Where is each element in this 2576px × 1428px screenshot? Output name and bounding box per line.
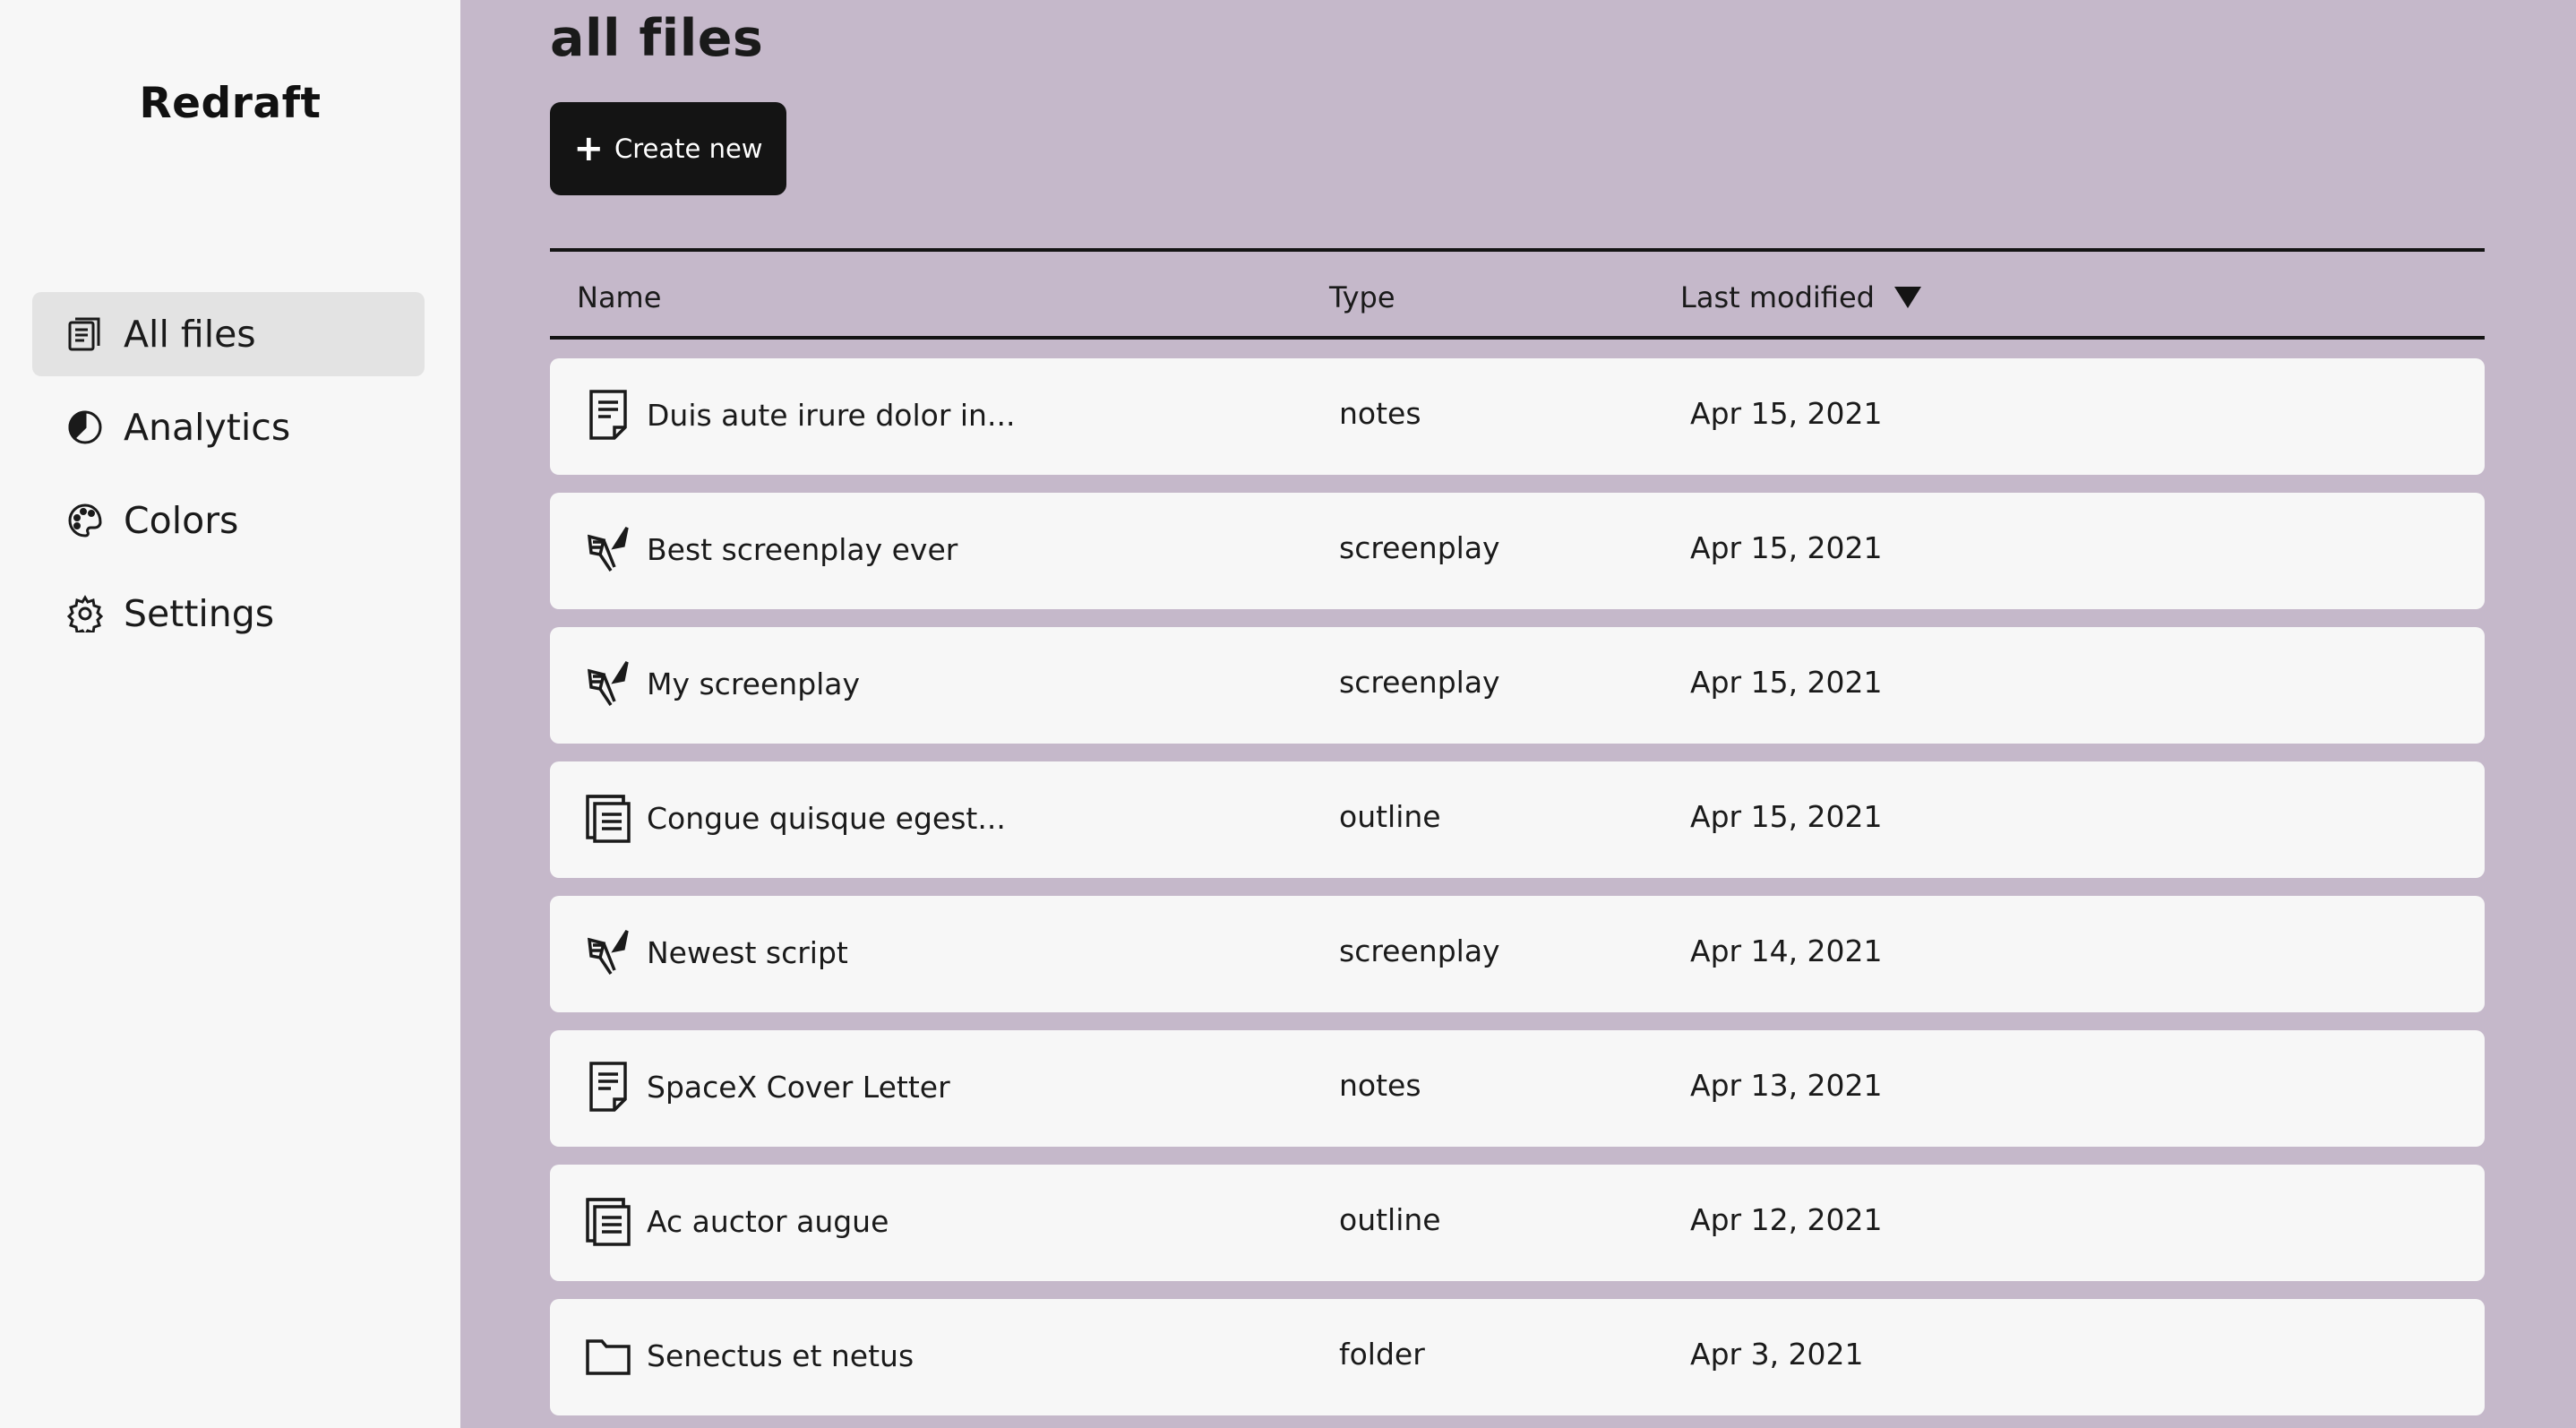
file-name: Congue quisque egest... [647, 801, 1006, 836]
create-new-label: Create new [614, 133, 763, 164]
notes-icon [584, 1060, 632, 1114]
table-row[interactable]: My screenplay screenplay Apr 15, 2021 [550, 627, 2485, 744]
sidebar-item-label: Colors [124, 499, 239, 542]
file-type: folder [1339, 1337, 1425, 1372]
outline-icon [584, 1194, 632, 1248]
screenplay-icon [584, 522, 632, 576]
table-row[interactable]: Congue quisque egest... outline Apr 15, … [550, 761, 2485, 878]
file-name: Senectus et netus [647, 1338, 914, 1373]
file-name: Ac auctor augue [647, 1204, 889, 1239]
file-modified: Apr 12, 2021 [1690, 1202, 1883, 1237]
table-row[interactable]: Duis aute irure dolor in... notes Apr 15… [550, 358, 2485, 475]
create-new-button[interactable]: + Create new [550, 102, 786, 195]
gear-icon [66, 595, 104, 632]
file-type: outline [1339, 799, 1441, 834]
sidebar-item-all-files[interactable]: All files [32, 292, 425, 376]
table-row[interactable]: Senectus et netus folder Apr 3, 2021 [550, 1299, 2485, 1415]
folder-icon [584, 1329, 632, 1382]
sidebar-item-label: Analytics [124, 406, 291, 449]
file-modified: Apr 13, 2021 [1690, 1068, 1883, 1103]
sort-descending-icon [1893, 287, 1921, 308]
file-modified: Apr 15, 2021 [1690, 530, 1883, 565]
page-title: all files [550, 9, 764, 68]
file-type: screenplay [1339, 665, 1500, 700]
file-type: notes [1339, 1068, 1421, 1103]
screenplay-icon [584, 925, 632, 979]
sidebar-item-analytics[interactable]: Analytics [32, 385, 425, 469]
files-icon [66, 315, 104, 353]
app-logo[interactable]: Redraft [0, 79, 460, 128]
table-row[interactable]: Newest script screenplay Apr 14, 2021 [550, 896, 2485, 1012]
file-type: screenplay [1339, 530, 1500, 565]
sidebar-item-label: All files [124, 313, 256, 356]
file-modified: Apr 14, 2021 [1690, 933, 1883, 968]
screenplay-icon [584, 657, 632, 710]
table-row[interactable]: SpaceX Cover Letter notes Apr 13, 2021 [550, 1030, 2485, 1147]
table-row[interactable]: Ac auctor augue outline Apr 12, 2021 [550, 1165, 2485, 1281]
file-modified: Apr 15, 2021 [1690, 799, 1883, 834]
file-modified: Apr 15, 2021 [1690, 665, 1883, 700]
sidebar-item-label: Settings [124, 592, 275, 635]
file-name: SpaceX Cover Letter [647, 1070, 950, 1105]
column-header-type[interactable]: Type [1329, 280, 1395, 314]
notes-icon [584, 388, 632, 442]
sidebar-item-colors[interactable]: Colors [32, 478, 425, 563]
file-modified: Apr 3, 2021 [1690, 1337, 1864, 1372]
column-header-name[interactable]: Name [577, 280, 661, 314]
plus-icon: + [573, 128, 604, 169]
palette-icon [66, 502, 104, 539]
file-name: My screenplay [647, 667, 861, 701]
column-header-last-modified[interactable]: Last modified [1680, 280, 1921, 314]
chart-pie-icon [66, 409, 104, 446]
sidebar-item-settings[interactable]: Settings [32, 572, 425, 656]
table-row[interactable]: Best screenplay ever screenplay Apr 15, … [550, 493, 2485, 609]
file-type: outline [1339, 1202, 1441, 1237]
sidebar: Redraft All files Analytics Colors Setti… [0, 0, 460, 1428]
file-name: Newest script [647, 935, 848, 970]
file-type: screenplay [1339, 933, 1500, 968]
file-name: Best screenplay ever [647, 532, 958, 567]
file-modified: Apr 15, 2021 [1690, 396, 1883, 431]
file-type: notes [1339, 396, 1421, 431]
column-header-label: Last modified [1680, 280, 1875, 314]
table-header: Name Type Last modified [550, 248, 2485, 340]
outline-icon [584, 791, 632, 845]
file-name: Duis aute irure dolor in... [647, 398, 1016, 433]
